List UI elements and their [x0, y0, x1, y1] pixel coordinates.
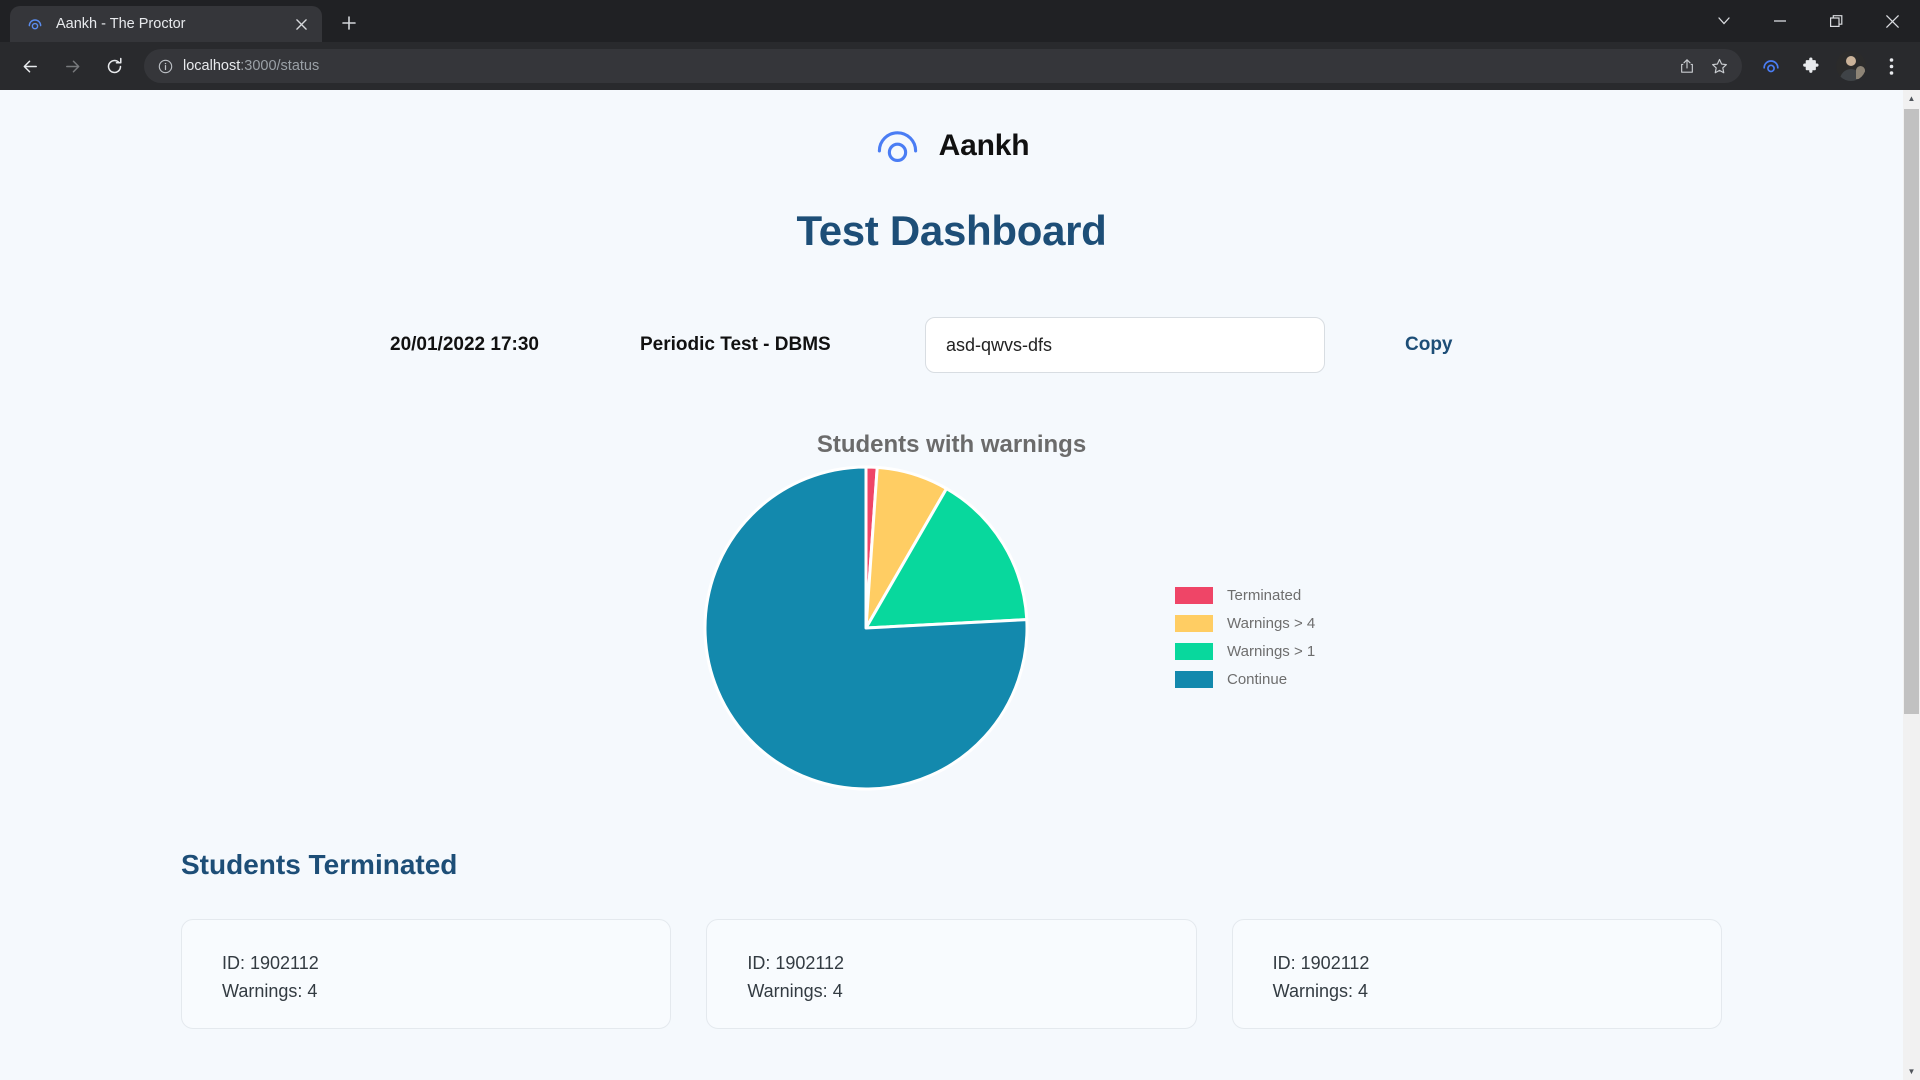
back-arrow-icon[interactable] [10, 46, 50, 86]
legend-swatch [1175, 671, 1213, 688]
page-scrollbar[interactable]: ▲ ▼ [1903, 90, 1920, 1080]
close-icon[interactable] [1864, 0, 1920, 42]
star-icon[interactable] [1704, 51, 1734, 81]
window-controls [1696, 0, 1920, 42]
pie-chart [703, 465, 1029, 791]
legend-item[interactable]: Continue [1175, 671, 1315, 688]
test-datetime: 20/01/2022 17:30 [390, 334, 539, 355]
forward-arrow-icon[interactable] [52, 46, 92, 86]
legend-swatch [1175, 587, 1213, 604]
test-code-input[interactable]: asd-qwvs-dfs [925, 317, 1325, 373]
puzzle-piece-icon[interactable] [1792, 47, 1830, 85]
avatar-head [1846, 56, 1856, 66]
scrollbar-up-arrow[interactable]: ▲ [1903, 90, 1920, 107]
page-content: Aankh Test Dashboard 20/01/2022 17:30 Pe… [0, 90, 1903, 1080]
terminated-students-cards: ID: 1902112 Warnings: 4 ID: 1902112 Warning… [0, 881, 1903, 1029]
three-dot-menu-icon[interactable] [1872, 47, 1910, 85]
student-id: ID: 1902112 [1272, 953, 1370, 973]
brand-header: Aankh [0, 90, 1903, 169]
student-warnings: Warnings: 4 [222, 980, 318, 1001]
page-viewport: Aankh Test Dashboard 20/01/2022 17:30 Pe… [0, 90, 1920, 1080]
address-bar[interactable]: localhost:3000/status [144, 49, 1742, 83]
tab-search-chevron-icon[interactable] [1696, 0, 1752, 42]
chart-legend: Terminated Warnings > 4 Warnings > 1 Contin… [1175, 587, 1315, 688]
tab-title: Aankh - The Proctor [56, 16, 186, 32]
legend-item[interactable]: Warnings > 1 [1175, 643, 1315, 660]
aankh-eye-logo [874, 122, 921, 169]
aankh-eye-extension-icon[interactable] [1752, 47, 1790, 85]
aankh-eye-icon [26, 15, 44, 33]
avatar-background-figure [1856, 66, 1865, 79]
browser-tab[interactable]: Aankh - The Proctor [10, 6, 322, 42]
legend-swatch [1175, 615, 1213, 632]
copy-button[interactable]: Copy [1405, 334, 1453, 356]
page-title: Test Dashboard [796, 207, 1107, 254]
pie-chart-svg[interactable] [703, 465, 1029, 791]
terminated-student-card[interactable]: ID: 1902112 Warnings: 4 [181, 919, 672, 1029]
terminated-student-card[interactable]: ID: 1902112 Warnings: 4 [706, 919, 1197, 1029]
scrollbar-thumb[interactable] [1904, 109, 1919, 714]
legend-item[interactable]: Warnings > 4 [1175, 615, 1315, 632]
minimize-icon[interactable] [1752, 0, 1808, 42]
student-warnings: Warnings: 4 [1272, 980, 1369, 1001]
profile-avatar[interactable] [1836, 51, 1866, 81]
reload-icon[interactable] [94, 46, 134, 86]
section-title-students-terminated: Students Terminated [181, 849, 458, 880]
chart-title: Students with warnings [816, 431, 1087, 458]
test-name: Periodic Test - DBMS [640, 334, 831, 355]
share-icon[interactable] [1672, 51, 1702, 81]
legend-item[interactable]: Terminated [1175, 587, 1315, 604]
tab-close-icon[interactable] [288, 11, 314, 37]
scrollbar-down-arrow[interactable]: ▼ [1903, 1063, 1920, 1080]
url-host: localhost [183, 58, 241, 74]
terminated-student-card[interactable]: ID: 1902112 Warnings: 4 [1231, 919, 1722, 1029]
legend-label: Warnings > 4 [1227, 615, 1316, 632]
url-path: :3000/status [240, 58, 320, 74]
legend-swatch [1175, 643, 1213, 660]
omnibox-actions [1672, 51, 1734, 81]
student-id: ID: 1902112 [222, 953, 319, 973]
legend-label: Terminated [1227, 587, 1302, 604]
chart-area: Terminated Warnings > 4 Warnings > 1 Contin… [0, 465, 1903, 805]
scrollbar-track[interactable] [1903, 107, 1920, 1063]
brand-name: Aankh [938, 128, 1030, 162]
legend-label: Continue [1227, 671, 1288, 688]
new-tab-button[interactable] [332, 6, 366, 40]
maximize-icon[interactable] [1808, 0, 1864, 42]
address-bar-url: localhost:3000/status [183, 58, 1662, 74]
browser-toolbar: localhost:3000/status [0, 42, 1920, 90]
student-id: ID: 1902112 [747, 953, 845, 973]
browser-window: Aankh - The Proctor localhost:3000/statu… [0, 0, 1920, 1080]
tab-strip: Aankh - The Proctor [0, 0, 1920, 42]
legend-label: Warnings > 1 [1227, 643, 1316, 660]
test-info-row: 20/01/2022 17:30 Periodic Test - DBMS as… [0, 317, 1903, 373]
student-warnings: Warnings: 4 [747, 980, 843, 1001]
info-circle-icon[interactable] [158, 59, 173, 74]
